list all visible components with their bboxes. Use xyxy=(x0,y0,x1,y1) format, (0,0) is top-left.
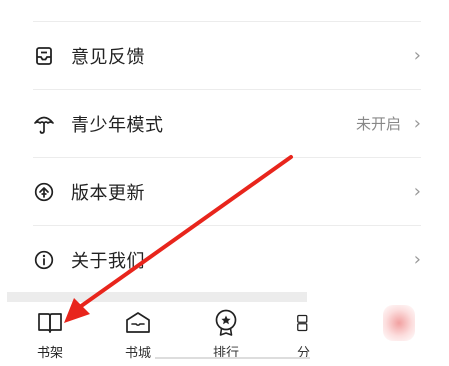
tab-bookshelf[interactable]: 书架 xyxy=(20,308,80,361)
chevron-right-icon: › xyxy=(413,181,421,202)
blurred-spot xyxy=(383,305,415,341)
tab-label: 书架 xyxy=(36,346,63,361)
home-indicator xyxy=(155,357,310,359)
menu-item-youth-mode[interactable]: 青少年模式 未开启 › xyxy=(33,90,421,157)
menu-item-feedback[interactable]: 意见反馈 › xyxy=(33,22,421,89)
menu-item-label: 意见反馈 xyxy=(71,46,145,68)
book-icon xyxy=(20,308,80,338)
menu-item-label: 青少年模式 xyxy=(71,114,164,136)
umbrella-icon xyxy=(33,113,55,135)
tab-bookstore[interactable]: 书城 xyxy=(108,308,168,361)
upgrade-arrow-icon xyxy=(33,181,55,203)
menu-item-label: 关于我们 xyxy=(71,250,145,272)
info-icon xyxy=(33,249,55,271)
youth-mode-status: 未开启 xyxy=(355,115,401,133)
chevron-right-icon: › xyxy=(413,45,421,66)
chevron-right-icon: › xyxy=(413,113,421,134)
tab-category[interactable]: 分 xyxy=(282,308,312,361)
menu-item-label: 版本更新 xyxy=(71,182,145,204)
ranking-medal-icon xyxy=(196,308,256,338)
menu-item-about-us[interactable]: 关于我们 › xyxy=(33,226,421,293)
tab-ranking[interactable]: 排行 xyxy=(196,308,256,361)
menu-item-version-update[interactable]: 版本更新 › xyxy=(33,158,421,225)
store-icon xyxy=(108,308,168,338)
feedback-tray-icon xyxy=(33,45,55,67)
category-grid-icon xyxy=(282,308,312,338)
chevron-right-icon: › xyxy=(413,249,421,270)
